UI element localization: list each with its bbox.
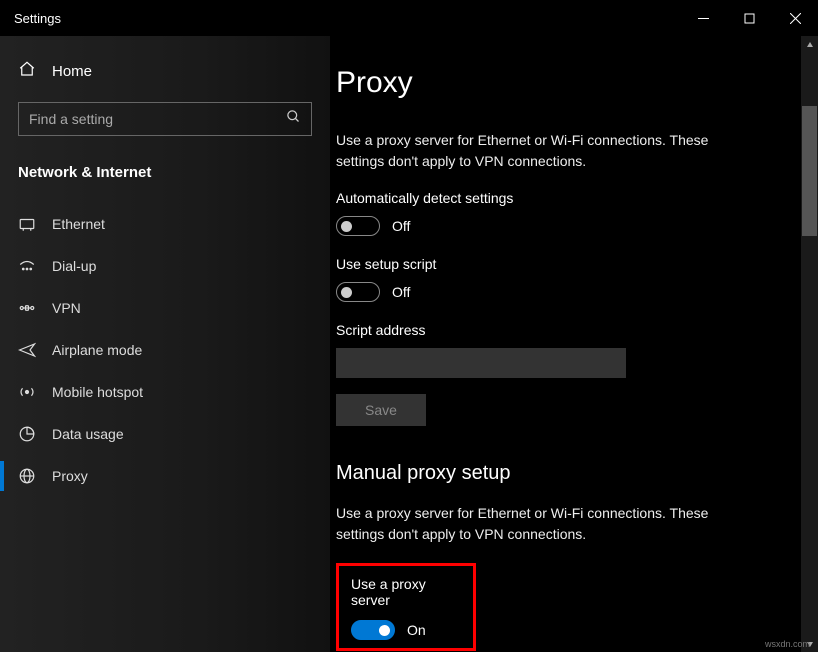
sidebar: Home Network & Internet Ethernet Dial-up (0, 36, 330, 652)
close-button[interactable] (772, 2, 818, 34)
search-input-wrap[interactable] (18, 102, 312, 136)
window-controls (680, 2, 818, 34)
sidebar-item-proxy[interactable]: Proxy (0, 455, 330, 497)
sidebar-item-label: Data usage (52, 426, 124, 442)
sidebar-item-label: VPN (52, 300, 81, 316)
sidebar-item-datausage[interactable]: Data usage (0, 413, 330, 455)
use-proxy-toggle[interactable] (351, 620, 395, 640)
airplane-icon (18, 341, 36, 359)
home-icon (18, 60, 36, 82)
use-script-state: Off (392, 284, 410, 300)
section-label: Network & Internet (0, 156, 330, 203)
dialup-icon (18, 257, 36, 275)
home-label: Home (52, 63, 92, 80)
maximize-button[interactable] (726, 2, 772, 34)
minimize-button[interactable] (680, 2, 726, 34)
sidebar-item-ethernet[interactable]: Ethernet (0, 203, 330, 245)
auto-detect-label: Automatically detect settings (336, 190, 788, 206)
ethernet-icon (18, 215, 36, 233)
scroll-up-icon[interactable] (801, 36, 818, 53)
sidebar-item-label: Mobile hotspot (52, 384, 143, 400)
auto-detect-state: Off (392, 218, 410, 234)
use-script-toggle[interactable] (336, 282, 380, 302)
titlebar: Settings (0, 0, 818, 36)
sidebar-item-vpn[interactable]: VPN (0, 287, 330, 329)
page-title: Proxy (336, 66, 788, 100)
sidebar-item-label: Dial-up (52, 258, 96, 274)
highlight-annotation: Use a proxy server On (336, 563, 476, 651)
manual-description: Use a proxy server for Ethernet or Wi-Fi… (336, 503, 756, 545)
sidebar-item-dialup[interactable]: Dial-up (0, 245, 330, 287)
watermark: wsxdn.com (765, 639, 810, 649)
use-proxy-state: On (407, 622, 426, 638)
main-panel: Proxy Use a proxy server for Ethernet or… (330, 36, 818, 652)
vpn-icon (18, 299, 36, 317)
sidebar-item-label: Airplane mode (52, 342, 142, 358)
hotspot-icon (18, 383, 36, 401)
auto-detect-toggle[interactable] (336, 216, 380, 236)
data-usage-icon (18, 425, 36, 443)
search-icon (286, 109, 301, 129)
window-title: Settings (14, 11, 680, 26)
script-address-label: Script address (336, 322, 788, 338)
scrollbar[interactable] (801, 36, 818, 652)
sidebar-item-label: Ethernet (52, 216, 105, 232)
proxy-icon (18, 467, 36, 485)
sidebar-item-label: Proxy (52, 468, 88, 484)
home-button[interactable]: Home (0, 50, 330, 92)
search-input[interactable] (29, 111, 286, 127)
use-script-label: Use setup script (336, 256, 788, 272)
manual-heading: Manual proxy setup (336, 462, 788, 485)
scrollbar-thumb[interactable] (802, 106, 817, 236)
use-proxy-label: Use a proxy server (351, 576, 461, 608)
save-button[interactable]: Save (336, 394, 426, 426)
proxy-description: Use a proxy server for Ethernet or Wi-Fi… (336, 130, 756, 172)
sidebar-item-airplane[interactable]: Airplane mode (0, 329, 330, 371)
sidebar-item-hotspot[interactable]: Mobile hotspot (0, 371, 330, 413)
script-address-input[interactable] (336, 348, 626, 378)
